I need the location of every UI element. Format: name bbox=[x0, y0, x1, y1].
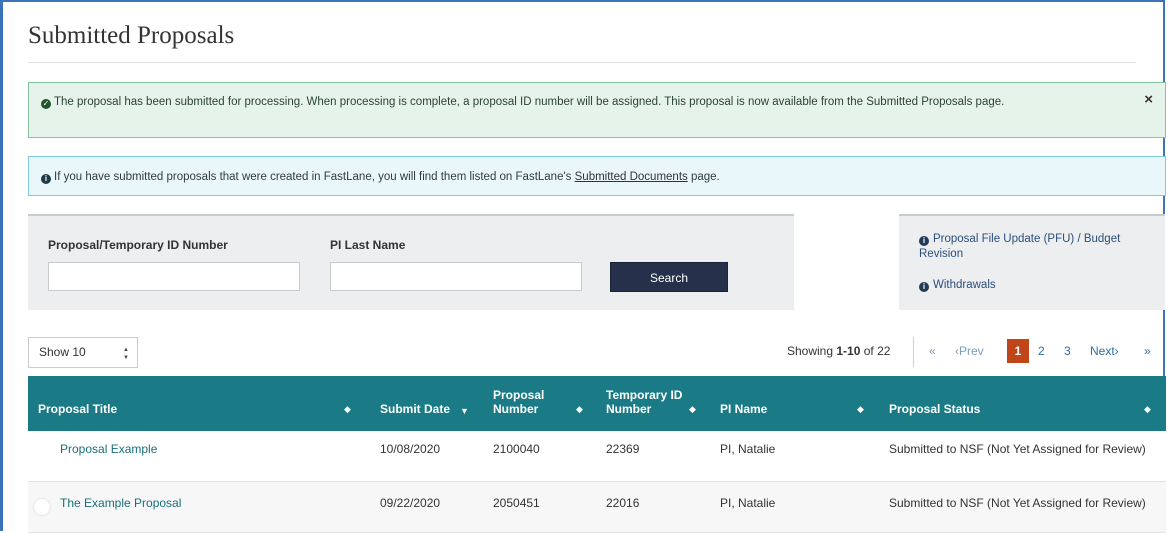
submit-date: 09/22/2020 bbox=[380, 496, 441, 510]
pi-last-name-input[interactable] bbox=[330, 262, 582, 291]
table-row: Proposal Example 10/08/2020 2100040 2236… bbox=[28, 431, 1166, 482]
col-temporary-id[interactable]: Temporary ID Number bbox=[606, 388, 686, 416]
col-proposal-title[interactable]: Proposal Title bbox=[38, 402, 117, 416]
success-alert-text: The proposal has been submitted for proc… bbox=[54, 96, 1005, 108]
pi-name: PI, Natalie bbox=[720, 442, 776, 456]
sort-icon[interactable]: ◆ bbox=[576, 404, 583, 415]
proposal-number: 2100040 bbox=[493, 442, 540, 456]
pfu-budget-revision-link[interactable]: i Proposal File Update (PFU) / Budget Rev… bbox=[919, 232, 1129, 262]
temporary-id: 22369 bbox=[606, 442, 640, 456]
page-1-button[interactable]: 1 bbox=[1007, 339, 1029, 363]
info-circle-icon: i bbox=[41, 174, 51, 184]
next-page-link[interactable]: Next› bbox=[1090, 344, 1119, 358]
sort-icon[interactable]: ◆ bbox=[857, 404, 864, 415]
temporary-id: 22016 bbox=[606, 496, 640, 510]
pi-last-name-label: PI Last Name bbox=[330, 238, 406, 252]
sort-icon[interactable]: ◆ bbox=[1144, 404, 1151, 415]
check-circle-icon: ✓ bbox=[41, 99, 51, 109]
table-header: Proposal Title ◆ Submit Date ▼ Proposal … bbox=[28, 376, 1166, 431]
page-3-link[interactable]: 3 bbox=[1064, 344, 1071, 358]
proposal-id-label: Proposal/Temporary ID Number bbox=[48, 238, 228, 252]
search-button[interactable]: Search bbox=[610, 262, 728, 292]
page-size-value: Show 10 bbox=[39, 345, 86, 359]
proposal-number: 2050451 bbox=[493, 496, 540, 510]
page-size-select[interactable]: Show 10 ▲ ▼ bbox=[28, 337, 138, 368]
prev-page-link[interactable]: ‹Prev bbox=[955, 344, 984, 358]
page-title: Submitted Proposals bbox=[28, 22, 235, 49]
info-circle-icon: i bbox=[919, 236, 929, 246]
proposal-status: Submitted to NSF (Not Yet Assigned for R… bbox=[889, 442, 1146, 456]
pager-divider bbox=[913, 337, 914, 367]
proposal-status: Submitted to NSF (Not Yet Assigned for R… bbox=[889, 496, 1146, 510]
pfu-link-label: Proposal File Update (PFU) / Budget Revi… bbox=[919, 233, 1121, 260]
table-row: The Example Proposal 09/22/2020 2050451 … bbox=[28, 482, 1166, 533]
success-alert: ✓ The proposal has been submitted for pro… bbox=[28, 82, 1166, 138]
sort-icon[interactable]: ◆ bbox=[344, 404, 351, 415]
close-icon[interactable]: × bbox=[1144, 92, 1153, 108]
submit-date: 10/08/2020 bbox=[380, 442, 441, 456]
results-count: Showing 1-10 of 22 bbox=[787, 344, 891, 358]
search-panel: Proposal/Temporary ID Number PI Last Nam… bbox=[28, 214, 794, 310]
col-pi-name[interactable]: PI Name bbox=[720, 402, 767, 416]
page-2-link[interactable]: 2 bbox=[1038, 344, 1045, 358]
info-circle-icon: i bbox=[919, 282, 929, 292]
first-page-link[interactable]: « bbox=[929, 344, 936, 358]
col-proposal-number[interactable]: Proposal Number bbox=[493, 388, 573, 416]
pi-name: PI, Natalie bbox=[720, 496, 776, 510]
results-range: 1-10 bbox=[836, 344, 861, 358]
col-proposal-status[interactable]: Proposal Status bbox=[889, 402, 980, 416]
withdrawals-link-label: Withdrawals bbox=[933, 279, 996, 291]
proposal-id-input[interactable] bbox=[48, 262, 300, 291]
proposal-title-link[interactable]: Proposal Example bbox=[60, 442, 157, 457]
info-alert: i If you have submitted proposals that we… bbox=[28, 156, 1166, 196]
submitted-documents-link[interactable]: Submitted Documents bbox=[575, 171, 688, 183]
proposal-title-link[interactable]: The Example Proposal bbox=[60, 496, 181, 511]
last-page-link[interactable]: » bbox=[1144, 344, 1151, 358]
info-alert-text-after: page. bbox=[690, 171, 720, 183]
sort-icon[interactable]: ◆ bbox=[689, 404, 696, 415]
withdrawals-link[interactable]: i Withdrawals bbox=[919, 278, 996, 293]
title-divider bbox=[28, 62, 1136, 63]
info-alert-text-before: If you have submitted proposals that wer… bbox=[54, 171, 572, 183]
sort-desc-icon[interactable]: ▼ bbox=[460, 406, 469, 416]
row-select-radio[interactable] bbox=[33, 498, 51, 516]
col-submit-date[interactable]: Submit Date bbox=[380, 402, 450, 416]
sort-arrows-icon: ▲ ▼ bbox=[123, 347, 129, 361]
quick-links-panel: i Proposal File Update (PFU) / Budget Rev… bbox=[899, 214, 1165, 310]
